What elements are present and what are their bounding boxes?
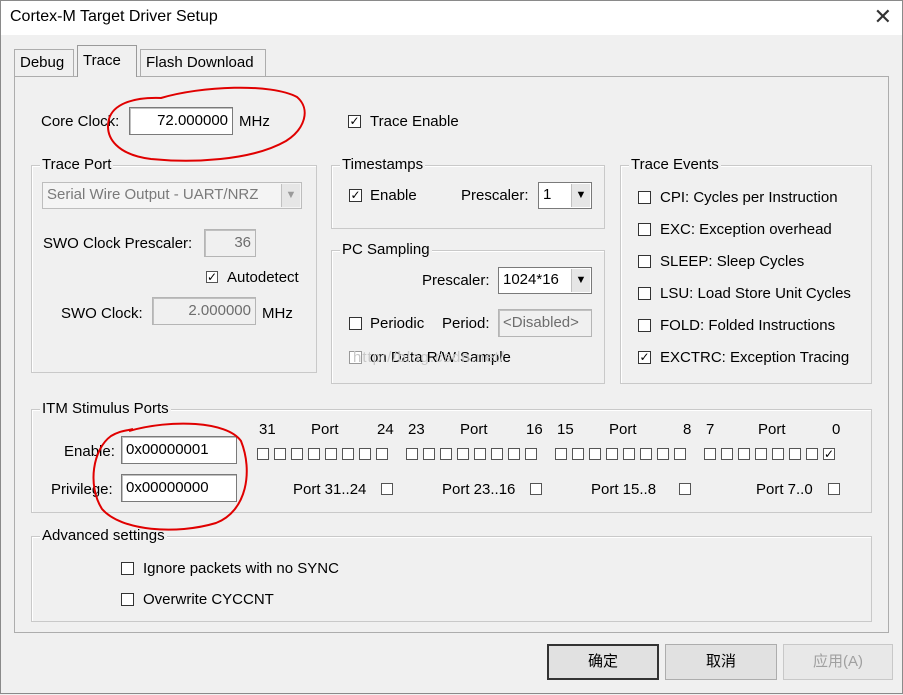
annotation-circle-itm-registers [92, 422, 248, 531]
tab-trace[interactable]: Trace [77, 45, 137, 77]
red-annotation-circles [92, 86, 306, 531]
annotation-circle-core-clock [107, 86, 306, 162]
dialog-window: Cortex-M Target Driver Setup ✕ Debug Tra… [0, 0, 903, 694]
